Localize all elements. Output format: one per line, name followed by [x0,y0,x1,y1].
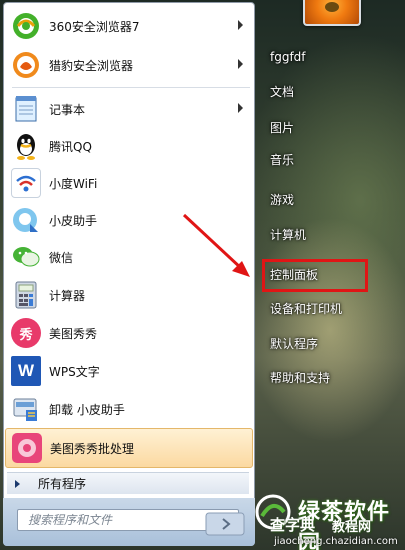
recent-item-label: 美图秀秀 [49,326,98,341]
right-link-default-programs[interactable]: 默认程序 [262,330,392,356]
control-panel-highlight-box [262,259,368,292]
right-link-label: 设备和打印机 [270,301,343,316]
pinned-item-label: 猎豹安全浏览器 [49,58,134,73]
right-link-pictures[interactable]: 图片 [262,114,392,140]
recent-item-label: 卸载 小皮助手 [49,402,125,417]
right-link-label: 文档 [270,84,295,99]
meitu-batch-icon [12,433,42,463]
recent-item-qq[interactable]: 腾讯QQ [5,126,253,166]
uninstall-icon [11,394,41,424]
annotation-arrow-icon [182,213,250,277]
right-link-music[interactable]: 音乐 [262,146,392,172]
recent-item-wps-writer[interactable]: W WPS文字 [5,351,253,391]
recent-item-label: 腾讯QQ [49,139,92,154]
meitu-icon: 秀 [11,318,41,348]
right-link-label: 帮助和支持 [270,370,331,385]
recent-item-xiaodu-wifi[interactable]: 小度WiFi [5,163,253,203]
right-link-label: 默认程序 [270,336,319,351]
watermark-sub-overlay-text: 教程网 [332,520,372,535]
right-link-label: 游戏 [270,192,295,207]
right-link-documents[interactable]: 文档 [262,78,392,104]
recent-item-meitu-batch[interactable]: 美图秀秀批处理 [5,428,253,468]
watermark-url: jiaocheng.chazidian.com [274,536,398,547]
submenu-arrow-icon[interactable] [238,103,243,113]
recent-item-notepad[interactable]: 记事本 [5,89,253,129]
notepad-icon [11,94,41,124]
search-input[interactable] [28,511,218,529]
user-picture-tile[interactable] [303,0,361,26]
right-link-computer[interactable]: 计算机 [262,221,392,247]
recent-item-label: 小皮助手 [49,213,98,228]
submenu-arrow-icon[interactable] [238,59,243,69]
pinned-item-360-browser[interactable]: 360安全浏览器7 [5,6,253,46]
watermark: 绿茶软件园 查字典 教程网 jiaocheng.chazidian.com [240,492,405,550]
right-link-help-support[interactable]: 帮助和支持 [262,364,392,390]
recent-item-label: 记事本 [49,102,86,117]
calculator-icon [11,280,41,310]
wechat-icon [11,242,41,272]
recent-item-label: WPS文字 [49,364,100,379]
wps-writer-icon: W [11,356,41,386]
shutdown-arrow-icon[interactable] [205,512,245,536]
flower-center [325,2,339,12]
qq-icon [11,131,41,161]
recent-item-label: 计算器 [49,288,86,303]
right-link-user[interactable]: fggfdf [262,44,392,70]
right-link-devices-printers[interactable]: 设备和打印机 [262,295,392,321]
right-link-label: 音乐 [270,152,295,167]
right-link-label: 计算机 [270,227,307,242]
expand-arrow-icon [15,479,20,488]
pinned-item-liebao-browser[interactable]: 猎豹安全浏览器 [5,45,253,85]
right-link-label: fggfdf [270,50,306,64]
liebao-browser-icon [11,50,41,80]
360-browser-icon [11,11,41,41]
wifi-icon [11,168,41,198]
all-programs-button[interactable]: 所有程序 [7,472,249,494]
right-link-label: 图片 [270,120,295,135]
watermark-sub-text: 查字典 [270,516,316,534]
recent-item-label: 美图秀秀批处理 [50,441,135,456]
submenu-arrow-icon[interactable] [238,20,243,30]
recent-item-uninstall-xiaopi[interactable]: 卸载 小皮助手 [5,389,253,429]
recent-item-label: 微信 [49,250,74,265]
recent-item-label: 小度WiFi [49,176,98,191]
pinned-item-label: 360安全浏览器7 [49,19,140,34]
right-link-games[interactable]: 游戏 [262,186,392,212]
recent-item-meitu[interactable]: 秀 美图秀秀 [5,313,253,353]
pinned-separator [12,87,250,88]
all-programs-label: 所有程序 [38,477,87,491]
xiaopi-helper-icon [11,205,41,235]
